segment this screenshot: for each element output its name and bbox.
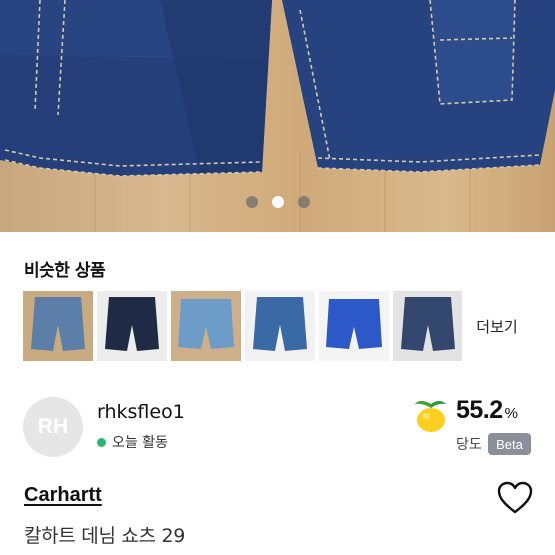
seller-name[interactable]: rhksfleo1	[97, 401, 185, 423]
brand-link[interactable]: Carhartt	[24, 484, 102, 507]
sweetness-label: 당도	[456, 437, 482, 453]
similar-products-title: 비슷한 상품	[24, 261, 106, 281]
seller-avatar[interactable]: RH	[23, 397, 83, 457]
sweetness-value: 55.2	[456, 396, 503, 424]
similar-product-thumb-5[interactable]	[319, 291, 389, 361]
beta-badge: Beta	[488, 433, 531, 455]
sweetness-score: 55.2%	[456, 396, 518, 425]
product-photo[interactable]	[0, 0, 555, 232]
gallery-dot[interactable]	[297, 196, 310, 208]
sweetness-unit: %	[504, 405, 518, 422]
gallery-pagination	[0, 196, 555, 208]
seller-activity-status: 오늘 활동	[97, 432, 168, 452]
gallery-dot-active[interactable]	[271, 196, 284, 208]
similar-product-thumb-3[interactable]	[171, 291, 241, 361]
lemon-icon	[411, 398, 451, 438]
activity-label: 오늘 활동	[112, 435, 168, 451]
more-similar-button[interactable]: 더보기	[462, 291, 532, 361]
gallery-dot[interactable]	[245, 196, 258, 208]
similar-product-thumb-4[interactable]	[245, 291, 315, 361]
heart-icon[interactable]	[497, 481, 533, 519]
similar-products-list	[23, 291, 463, 361]
similar-product-thumb-1[interactable]	[23, 291, 93, 361]
product-title: 칼하트 데님 쇼츠 29	[24, 525, 186, 547]
online-status-icon	[97, 437, 106, 447]
similar-product-thumb-6[interactable]	[393, 291, 463, 361]
similar-product-thumb-2[interactable]	[97, 291, 167, 361]
